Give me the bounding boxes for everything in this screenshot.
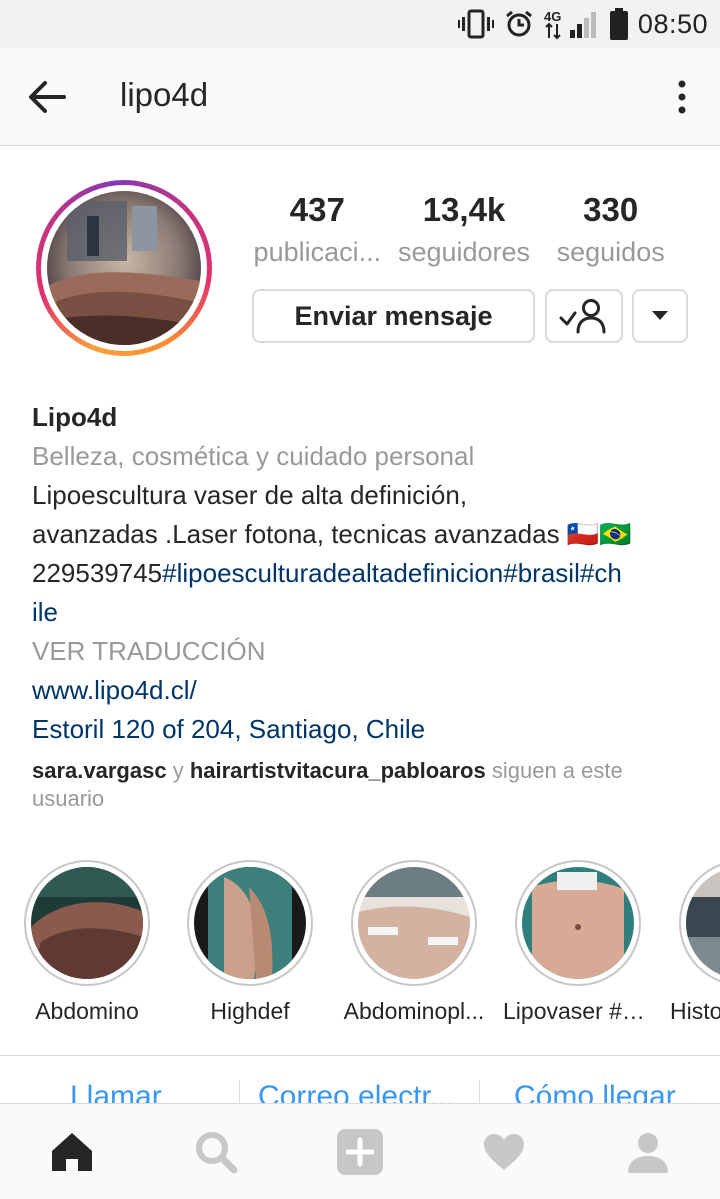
- status-icons: 4G 08:50: [457, 0, 708, 48]
- followed-by-connector: y: [172, 758, 184, 783]
- nav-home[interactable]: [46, 1126, 98, 1178]
- address-link[interactable]: Estoril 120 of 204, Santiago, Chile: [32, 710, 692, 749]
- app-bar: lipo4d: [0, 48, 720, 146]
- avatar-border: [41, 185, 207, 351]
- highlight-item[interactable]: Abdomino: [12, 860, 162, 1026]
- highlight-item[interactable]: Abdominopl...: [339, 860, 489, 1026]
- heart-icon: [484, 1134, 524, 1170]
- 4g-signal-icon: 4G: [544, 8, 600, 40]
- highlight-item[interactable]: Histo: [667, 860, 720, 1026]
- followed-by-text[interactable]: sara.vargasc y hairartistvitacura_pabloa…: [32, 757, 672, 813]
- highlight-cover: [194, 867, 306, 979]
- section-divider: [0, 1055, 720, 1056]
- website-link[interactable]: www.lipo4d.cl/: [32, 671, 692, 710]
- more-options-button[interactable]: [662, 74, 702, 120]
- svg-text:4G: 4G: [544, 9, 561, 24]
- highlight-cover: [31, 867, 143, 979]
- alarm-icon: [504, 9, 534, 39]
- stat-following[interactable]: 330 seguidos: [537, 188, 684, 272]
- bio-hashtags-line: 229539745#lipoesculturadealtadefinicion#…: [32, 554, 692, 593]
- nav-search[interactable]: [190, 1126, 242, 1178]
- follower-username: sara.vargasc: [32, 758, 167, 783]
- highlight-cover: [686, 867, 720, 979]
- highlight-item[interactable]: Highdef: [175, 860, 325, 1026]
- stat-label: publicaci...: [253, 237, 382, 267]
- nav-activity[interactable]: [478, 1126, 530, 1178]
- highlight-ring: [679, 860, 720, 986]
- following-check-icon: [559, 299, 606, 334]
- story-highlights: Abdomino Highdef Abdominopl... Lipovaser…: [0, 860, 720, 1030]
- vibrate-icon: [457, 9, 494, 39]
- highlight-item[interactable]: Lipovaser #b...: [503, 860, 653, 1026]
- stat-value: 330: [583, 191, 639, 228]
- stat-followers[interactable]: 13,4k seguidores: [391, 188, 538, 272]
- status-bar: 4G 08:50: [0, 0, 720, 48]
- highlight-label: Abdomino: [35, 998, 139, 1024]
- stat-label: seguidores: [397, 237, 531, 267]
- highlight-label: Abdominopl...: [343, 998, 485, 1024]
- send-message-button[interactable]: Enviar mensaje: [252, 289, 535, 343]
- page-title: lipo4d: [120, 76, 209, 113]
- highlight-ring: [24, 860, 150, 986]
- following-button[interactable]: [545, 289, 623, 343]
- highlight-ring: [187, 860, 313, 986]
- hashtag-links[interactable]: #lipoesculturadealtadefinicion#brasil#ch: [162, 558, 622, 588]
- add-post-icon: [337, 1129, 383, 1175]
- stat-posts[interactable]: 437 publicaci...: [244, 188, 391, 272]
- profile-bio: Lipo4d Belleza, cosmética y cuidado pers…: [32, 398, 692, 749]
- hashtag-link-continued[interactable]: ile: [32, 593, 692, 632]
- home-icon: [52, 1133, 92, 1171]
- stat-label: seguidos: [556, 237, 665, 267]
- status-time: 08:50: [637, 8, 708, 39]
- highlight-label: Lipovaser #b...: [503, 998, 653, 1024]
- search-icon: [196, 1132, 238, 1174]
- nav-profile[interactable]: [622, 1126, 674, 1178]
- nav-new-post[interactable]: [334, 1126, 386, 1178]
- highlight-ring: [515, 860, 641, 986]
- see-translation-link[interactable]: VER TRADUCCIÓN: [32, 632, 692, 671]
- avatar-image: [47, 191, 201, 345]
- highlight-label: Histo: [670, 998, 720, 1024]
- stat-value: 13,4k: [422, 191, 506, 228]
- bio-text-line-2: avanzadas .Laser fotona, tecnicas avanza…: [32, 515, 692, 554]
- avatar[interactable]: [36, 180, 212, 356]
- bio-text-line: Lipoescultura vaser de alta definición,: [32, 480, 468, 510]
- highlight-cover: [358, 867, 470, 979]
- stat-value: 437: [289, 191, 345, 228]
- bio-phone: 229539745: [32, 558, 163, 588]
- flags-emoji: 🇨🇱🇧🇷: [566, 519, 632, 549]
- arrow-left-icon: [29, 81, 66, 113]
- suggestions-dropdown-button[interactable]: [632, 289, 688, 343]
- battery-icon: [609, 8, 628, 40]
- bottom-navigation: [0, 1103, 720, 1199]
- highlight-label: Highdef: [210, 998, 290, 1024]
- highlight-ring: [351, 860, 477, 986]
- profile-name: Lipo4d: [32, 402, 118, 432]
- highlight-cover: [522, 867, 634, 979]
- more-vertical-icon: [678, 80, 686, 114]
- bio-text: avanzadas .Laser fotona, tecnicas avanza…: [32, 519, 560, 549]
- profile-stats: 437 publicaci... 13,4k seguidores 330 se…: [244, 188, 684, 272]
- profile-category: Belleza, cosmética y cuidado personal: [32, 441, 475, 471]
- profile-icon: [628, 1133, 668, 1173]
- follower-username: hairartistvitacura_pabloaros: [189, 758, 486, 783]
- caret-down-icon: [652, 311, 668, 320]
- back-button[interactable]: [22, 72, 72, 122]
